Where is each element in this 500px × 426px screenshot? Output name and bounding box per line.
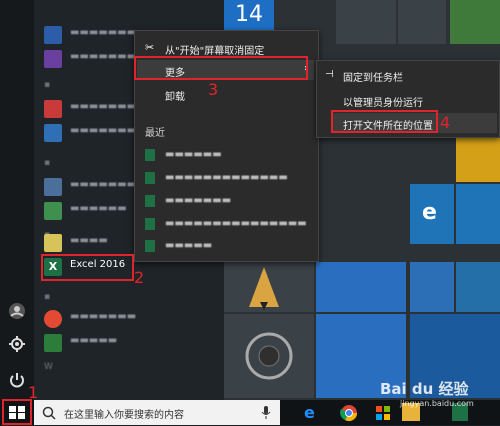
run-as-admin-item[interactable]: 以管理员身份运行 (343, 94, 423, 109)
app-tile[interactable] (336, 0, 396, 44)
recent-file-item[interactable]: ▬▬▬▬▬▬▬ (143, 193, 313, 211)
recent-file-name-blurred: ▬▬▬▬▬▬ (165, 149, 222, 160)
recent-file-item[interactable]: ▬▬▬▬▬ (143, 238, 313, 256)
app-tile[interactable] (224, 262, 314, 312)
calendar-day: 14 (235, 2, 263, 27)
app-tile[interactable] (398, 0, 446, 44)
list-item[interactable]: ▬▬▬▬▬▬▬ (44, 308, 214, 330)
game-tile[interactable] (456, 136, 500, 182)
annotation-box-more (134, 56, 308, 80)
app-tile[interactable] (316, 262, 406, 312)
user-avatar-icon[interactable] (7, 301, 27, 321)
recent-file-item[interactable]: ▬▬▬▬▬▬▬▬▬▬▬▬▬▬▬ (143, 216, 313, 234)
recent-file-item[interactable]: ▬▬▬▬▬▬▬▬▬▬▬▬▬ (143, 170, 313, 188)
search-placeholder: 在这里输入你要搜索的内容 (64, 410, 184, 421)
edge-icon: e (422, 200, 437, 225)
app-label-blurred: ▬▬▬▬ (70, 235, 108, 246)
edge-tile[interactable]: e (410, 184, 454, 244)
recent-file-name-blurred: ▬▬▬▬▬▬▬ (165, 195, 232, 206)
section-letter[interactable]: ▪ (44, 158, 50, 168)
excel-file-icon (145, 195, 155, 207)
settings-gear-icon[interactable] (7, 334, 27, 354)
recent-file-item[interactable]: ▬▬▬▬▬▬ (143, 147, 313, 165)
recent-header: 最近 (145, 128, 165, 139)
uninstall-item[interactable]: 卸载 (165, 88, 185, 103)
annotation-number-1: 1 (28, 383, 39, 402)
store-icon[interactable] (374, 404, 392, 422)
pin-icon: ⊣ (325, 69, 334, 80)
app-icon (44, 334, 62, 352)
app-tile[interactable] (456, 262, 500, 312)
section-letter[interactable]: ▪ (44, 292, 50, 302)
app-label-blurred: ▬▬▬▬▬▬ (70, 203, 127, 214)
chrome-icon[interactable] (340, 404, 358, 422)
recent-file-name-blurred: ▬▬▬▬▬▬▬▬▬▬▬▬▬▬▬ (165, 218, 307, 229)
list-item[interactable]: ▬▬▬▬▬ (44, 332, 214, 354)
app-icon (44, 26, 62, 44)
baidu-watermark-url: jingyan.baidu.com (400, 399, 474, 408)
annotation-box-open-location (331, 110, 438, 133)
app-tile[interactable] (224, 314, 314, 398)
app-icon (44, 100, 62, 118)
app-tile[interactable] (450, 0, 500, 44)
app-tile[interactable] (410, 262, 454, 312)
pencil-graphic-icon (249, 267, 279, 310)
excel-file-icon (145, 149, 155, 161)
baidu-watermark: Bai du 经验 (380, 380, 469, 398)
annotation-box-start (2, 399, 32, 425)
app-tile[interactable] (456, 184, 500, 244)
annotation-number-2: 2 (134, 268, 145, 287)
media-icon (245, 332, 293, 380)
app-icon (44, 310, 62, 328)
power-icon[interactable] (7, 370, 27, 390)
section-letter[interactable]: ▪ (44, 80, 50, 90)
edge-browser-icon[interactable]: e (304, 404, 322, 422)
excel-file-icon (145, 172, 155, 184)
unpin-from-start-item[interactable]: 从"开始"屏幕取消固定 (165, 42, 264, 57)
annotation-box-excel (41, 254, 134, 281)
app-icon (44, 124, 62, 142)
annotation-number-3: 3 (208, 80, 219, 99)
unpin-icon: ✂ (145, 41, 155, 54)
app-icon (44, 50, 62, 68)
recent-file-name-blurred: ▬▬▬▬▬ (165, 240, 213, 251)
excel-file-icon (145, 218, 155, 230)
excel-file-icon (145, 240, 155, 252)
app-label-blurred: ▬▬▬▬▬ (70, 335, 118, 346)
app-icon (44, 178, 62, 196)
app-icon (44, 234, 62, 252)
search-icon (42, 405, 56, 420)
app-label-blurred: ▬▬▬▬▬▬▬ (70, 311, 137, 322)
annotation-number-4: 4 (440, 113, 451, 132)
pin-to-taskbar-item[interactable]: 固定到任务栏 (343, 69, 403, 84)
taskbar-search-box[interactable]: 在这里输入你要搜索的内容 (34, 400, 280, 425)
section-letter[interactable]: W (44, 362, 53, 372)
app-icon (44, 202, 62, 220)
microphone-icon[interactable] (260, 405, 272, 420)
start-left-rail (0, 0, 34, 400)
recent-file-name-blurred: ▬▬▬▬▬▬▬▬▬▬▬▬▬ (165, 172, 288, 183)
